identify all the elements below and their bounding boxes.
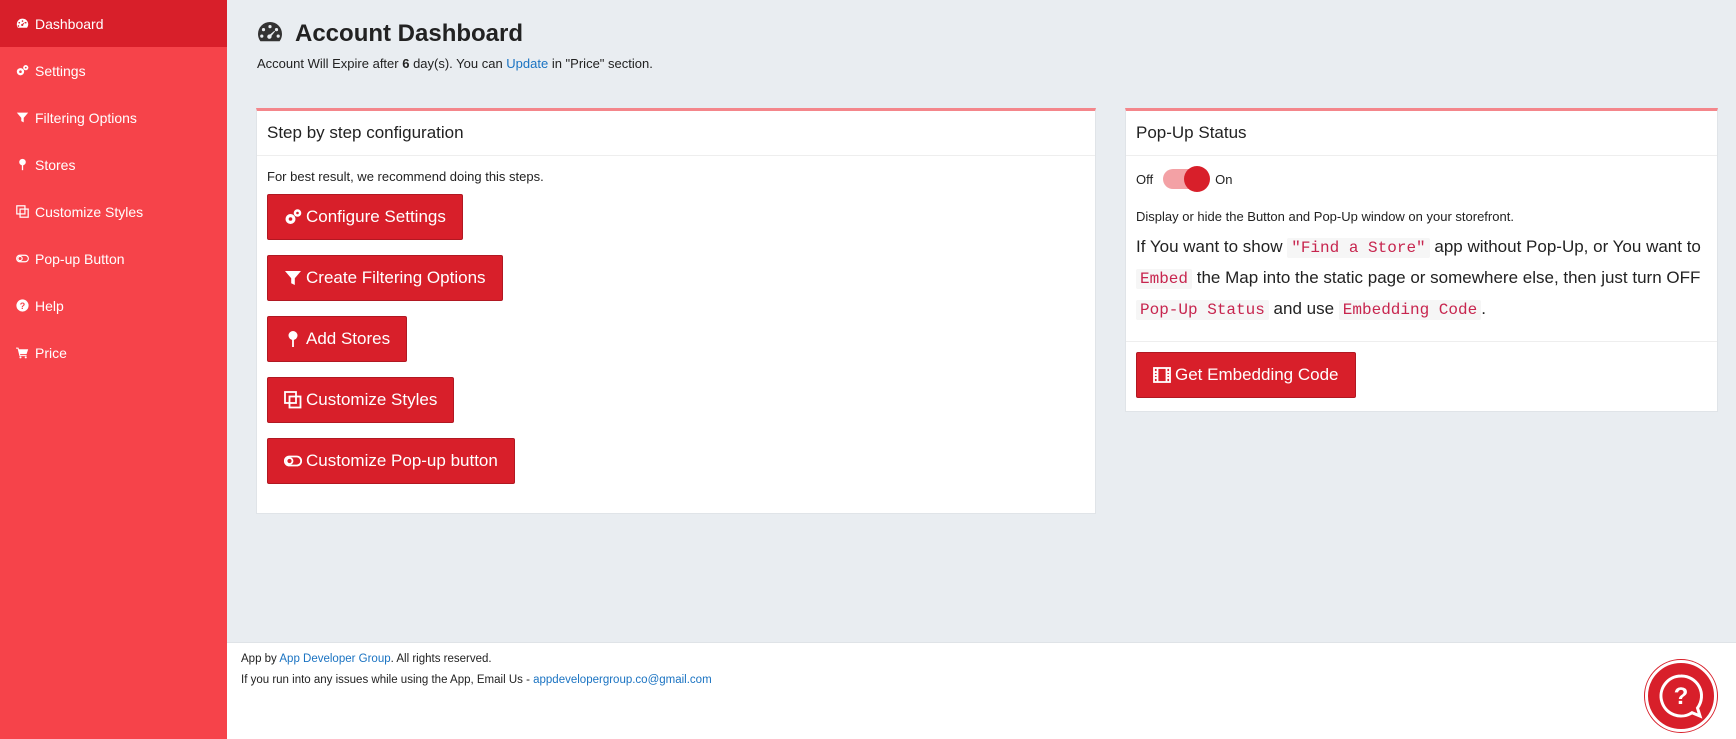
steps-card-title: Step by step configuration (257, 111, 1095, 156)
footer-text: App by (241, 653, 280, 665)
question-bubble-icon: ? (1659, 674, 1703, 719)
code-popup-status: Pop-Up Status (1136, 300, 1269, 320)
instr-text: app without Pop-Up, or You want to (1429, 237, 1701, 256)
steps-card: Step by step configuration For best resu… (256, 108, 1096, 514)
footer-credits: App by App Developer Group. All rights r… (241, 653, 1722, 665)
sidebar-item-label: Help (35, 297, 64, 314)
steps-intro: For best result, we recommend doing this… (267, 169, 544, 184)
toggle-knob (1184, 166, 1211, 192)
svg-text:?: ? (1674, 683, 1689, 710)
code-embedding-code: Embedding Code (1338, 300, 1482, 320)
expire-mid: day(s). You can (409, 56, 507, 71)
sidebar-item-help[interactable]: ? Help (0, 282, 227, 329)
instr-text: the Map into the static page or somewher… (1192, 268, 1701, 287)
page-title: Account Dashboard (295, 20, 524, 47)
customize-styles-button[interactable]: Customize Styles (267, 377, 455, 423)
company-link[interactable]: App Developer Group (279, 653, 390, 665)
pin-icon (15, 158, 29, 172)
expiration-notice: Account Will Expire after 6 day(s). You … (257, 56, 653, 71)
add-stores-button[interactable]: Add Stores (267, 316, 408, 362)
toggle-icon (15, 252, 29, 266)
footer-text: . All rights reserved. (390, 653, 492, 665)
popup-status-title: Pop-Up Status (1126, 111, 1717, 156)
sidebar-item-price[interactable]: Price (0, 329, 227, 376)
embed-instructions: If You want to show "Find a Store" app w… (1136, 232, 1707, 325)
update-link[interactable]: Update (506, 56, 548, 71)
main-content: Account Dashboard Account Will Expire af… (227, 0, 1736, 642)
instr-text: If You want to show (1136, 237, 1288, 256)
code-embed: Embed (1136, 269, 1193, 289)
sidebar-item-label: Settings (35, 62, 86, 79)
popup-toggle-row: Off On (1136, 166, 1707, 192)
sidebar-item-popup-button[interactable]: Pop-up Button (0, 235, 227, 282)
sidebar-item-label: Pop-up Button (35, 250, 125, 267)
button-label: Customize Pop-up button (306, 451, 498, 470)
toggle-icon (284, 455, 302, 467)
filter-icon (285, 271, 301, 285)
button-label: Add Stores (306, 329, 391, 348)
cart-icon (15, 346, 29, 360)
email-link[interactable]: appdevelopergroup.co@gmail.com (533, 674, 712, 686)
pin-icon (288, 331, 298, 347)
sidebar-item-label: Customize Styles (35, 203, 144, 220)
divider (1126, 341, 1717, 342)
code-find-a-store: "Find a Store" (1287, 238, 1430, 258)
button-label: Configure Settings (306, 207, 446, 226)
sidebar-item-dashboard[interactable]: Dashboard (0, 0, 227, 47)
footer-contact: If you run into any issues while using t… (241, 674, 1722, 686)
configure-settings-button[interactable]: Configure Settings (267, 194, 463, 240)
popup-status-toggle[interactable] (1163, 166, 1211, 192)
toggle-off-label: Off (1136, 171, 1154, 187)
sidebar-item-settings[interactable]: Settings (0, 47, 227, 94)
sidebar-item-stores[interactable]: Stores (0, 141, 227, 188)
instr-text: and use (1268, 299, 1339, 318)
expire-suffix: in "Price" section. (548, 56, 653, 71)
dashboard-icon (257, 21, 295, 48)
sidebar-item-label: Price (35, 344, 67, 361)
film-icon (1153, 367, 1171, 383)
sidebar-item-label: Filtering Options (35, 109, 137, 126)
footer: App by App Developer Group. All rights r… (227, 642, 1736, 739)
svg-text:?: ? (19, 301, 24, 311)
create-filtering-options-button[interactable]: Create Filtering Options (267, 255, 503, 301)
sidebar-item-label: Dashboard (35, 15, 104, 32)
help-chat-button[interactable]: ? (1645, 660, 1717, 732)
button-label: Customize Styles (306, 390, 438, 409)
expire-prefix: Account Will Expire after (257, 56, 403, 71)
get-embedding-code-button[interactable]: Get Embedding Code (1136, 352, 1356, 398)
sidebar-item-label: Stores (35, 156, 76, 173)
question-circle-icon: ? (15, 299, 29, 313)
sidebar: Dashboard Settings Filtering Options Sto… (0, 0, 227, 739)
gears-icon (285, 209, 302, 224)
sidebar-item-customize-styles[interactable]: Customize Styles (0, 188, 227, 235)
instr-text: . (1481, 299, 1486, 318)
button-label: Create Filtering Options (306, 268, 486, 287)
footer-text: If you run into any issues while using t… (241, 674, 534, 686)
sidebar-item-filtering-options[interactable]: Filtering Options (0, 94, 227, 141)
gears-icon (15, 64, 29, 78)
filter-icon (15, 111, 29, 125)
dashboard-icon (15, 17, 29, 31)
popup-description: Display or hide the Button and Pop-Up wi… (1136, 209, 1514, 224)
toggle-on-label: On (1215, 171, 1233, 187)
page-header: Account Dashboard Account Will Expire af… (257, 20, 653, 71)
copy-icon (15, 205, 29, 219)
customize-popup-button-button[interactable]: Customize Pop-up button (267, 438, 515, 484)
button-label: Get Embedding Code (1175, 365, 1339, 384)
popup-status-card: Pop-Up Status Off On Display or hide the… (1125, 108, 1718, 412)
copy-icon (284, 391, 302, 409)
